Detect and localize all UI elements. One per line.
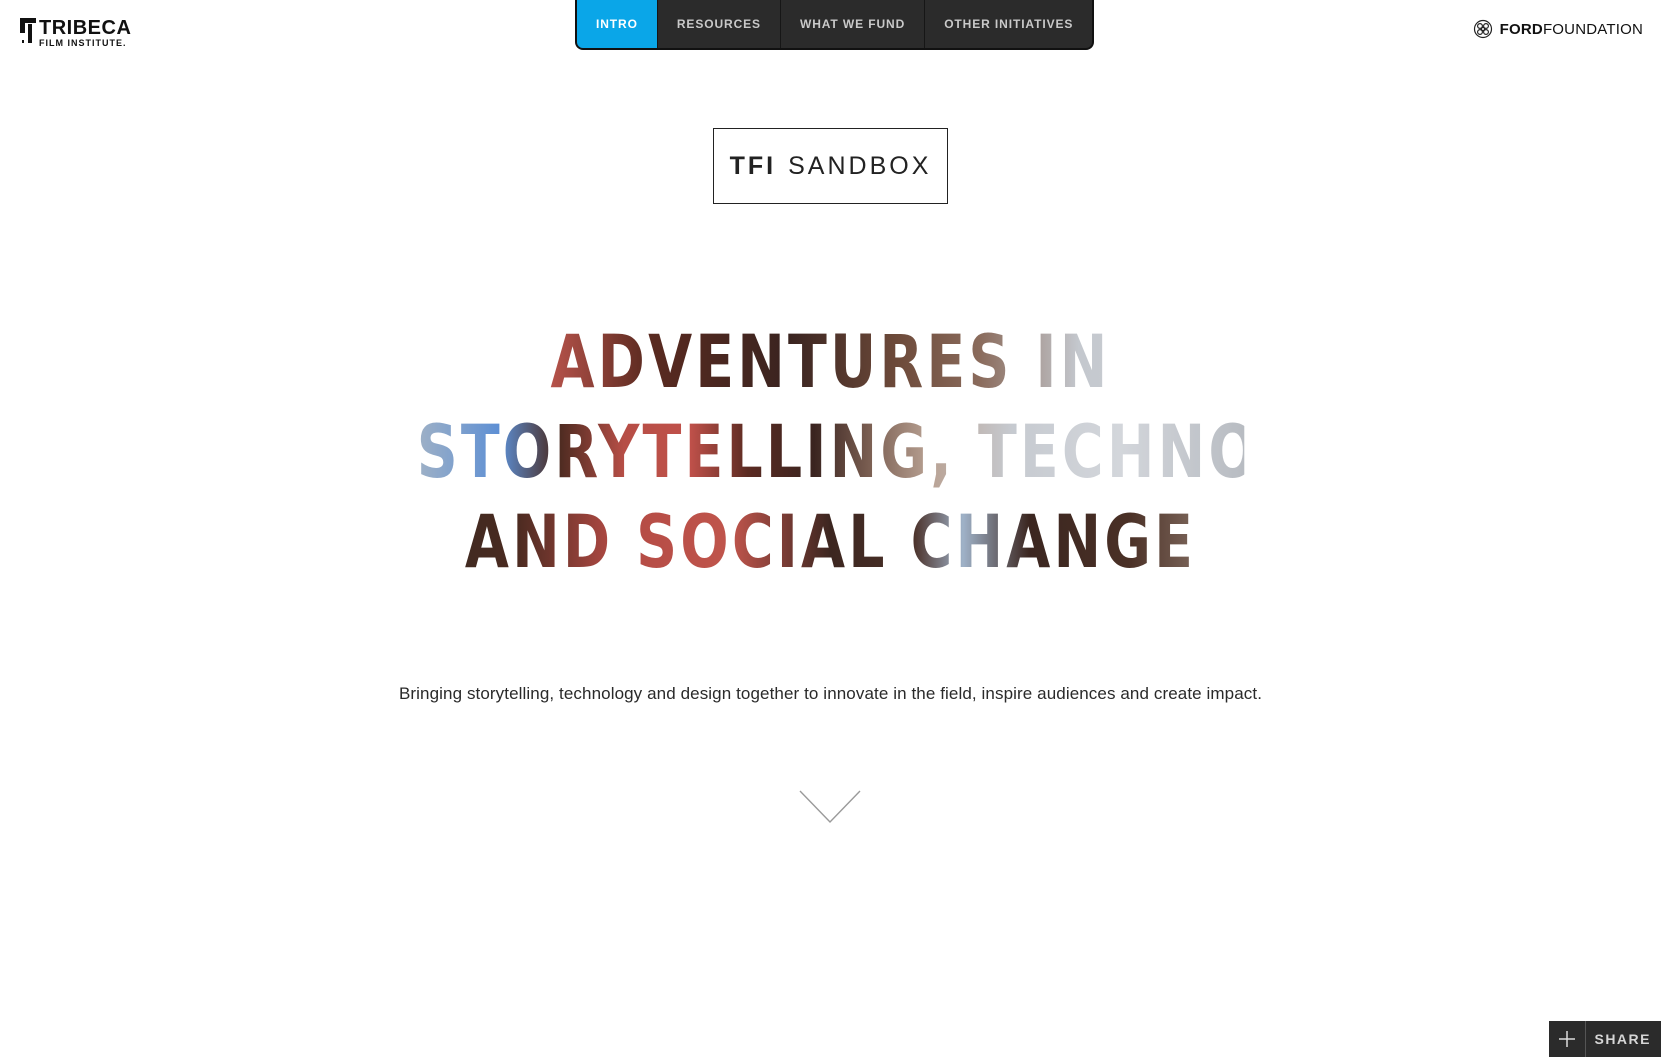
- nav-item-what-we-fund[interactable]: WHAT WE FUND: [779, 0, 924, 48]
- hero-tagline: Bringing storytelling, technology and de…: [398, 684, 1263, 703]
- headline-line-2: STORYTELLING, TECHNOLOGY: [417, 408, 1439, 498]
- ford-wordmark-light: FOUNDATION: [1542, 20, 1643, 38]
- tribeca-name: TRIBECA: [39, 17, 132, 39]
- ford-foundation-logo[interactable]: FORDFOUNDATION: [1473, 19, 1643, 39]
- badge-sandbox: SANDBOX: [788, 151, 932, 180]
- nav-item-intro[interactable]: INTRO: [577, 0, 657, 48]
- share-button[interactable]: SHARE: [1549, 1021, 1661, 1057]
- share-label: SHARE: [1594, 1031, 1651, 1047]
- tfi-sandbox-badge: TFI SANDBOX: [713, 128, 948, 204]
- ford-wordmark-bold: FORD: [1499, 20, 1543, 38]
- ford-wordmark: FORDFOUNDATION: [1500, 21, 1643, 38]
- chevron-down-icon[interactable]: [799, 790, 861, 824]
- headline-line-1: ADVENTURES IN: [417, 318, 1245, 408]
- nav-item-other-initiatives[interactable]: OTHER INITIATIVES: [924, 0, 1092, 48]
- hero-headline: ADVENTURES IN STORYTELLING, TECHNOLOGY A…: [417, 318, 1439, 588]
- plus-icon: [1549, 1021, 1587, 1057]
- badge-tfi: TFI: [729, 151, 777, 180]
- tribeca-mark-icon: [20, 18, 36, 43]
- nav-item-resources[interactable]: RESOURCES: [656, 0, 780, 48]
- top-nav: INTRO RESOURCES WHAT WE FUND OTHER INITI…: [575, 0, 1095, 50]
- ford-foundation-icon: [1473, 19, 1492, 39]
- tribeca-logo[interactable]: TRIBECA FILM INSTITUTE.: [20, 18, 131, 48]
- page: TRIBECA FILM INSTITUTE. INTRO RESOURCES …: [0, 0, 1661, 1057]
- tribeca-sub: FILM INSTITUTE.: [39, 38, 127, 48]
- tribeca-wordmark: TRIBECA FILM INSTITUTE.: [39, 18, 131, 48]
- headline-line-3: AND SOCIAL CHANGE: [417, 498, 1245, 588]
